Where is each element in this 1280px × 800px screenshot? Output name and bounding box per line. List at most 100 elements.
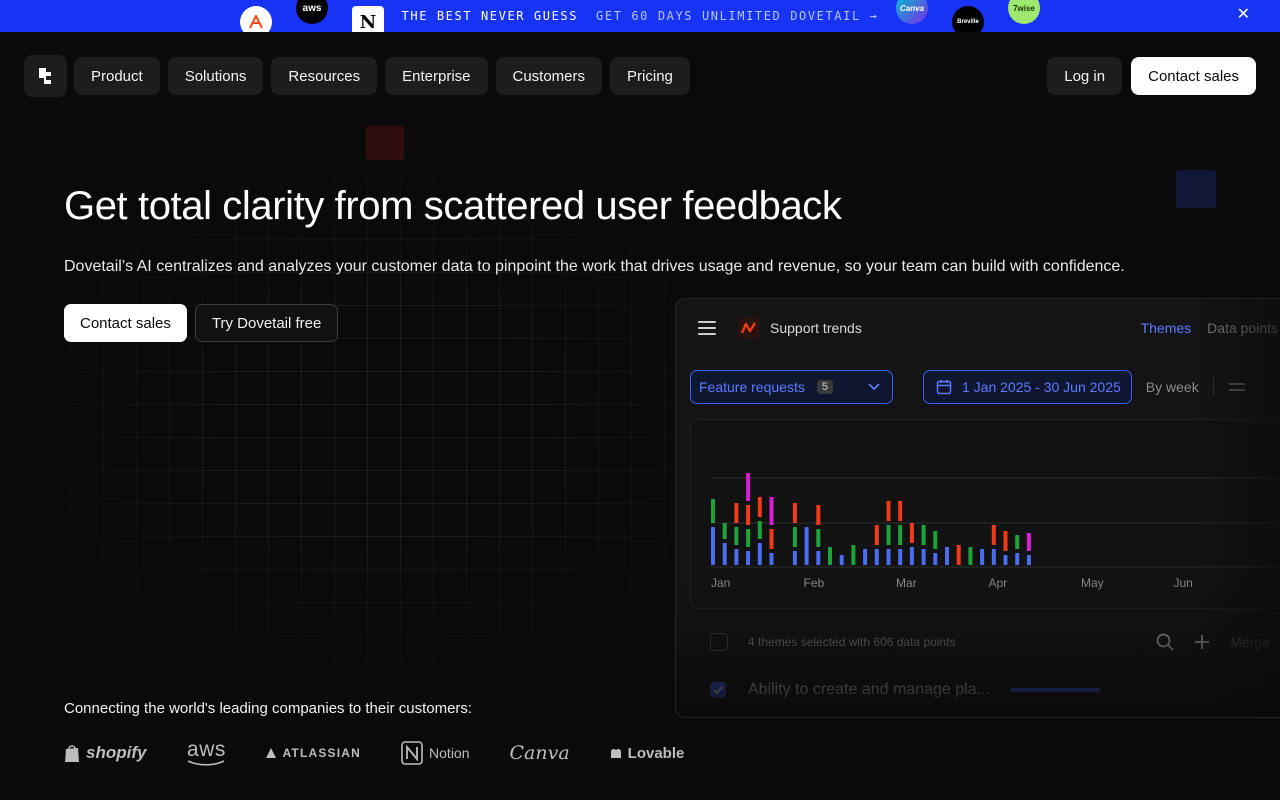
chart-bar <box>851 545 856 565</box>
banner-logo-notion: N <box>352 6 384 32</box>
notion-logo: Notion <box>401 741 470 765</box>
chart-bar <box>792 527 797 547</box>
tab-themes[interactable]: Themes <box>1141 320 1192 336</box>
notion-icon <box>401 741 423 765</box>
banner-logo-canva: Canva <box>896 0 928 24</box>
chart-bar <box>898 501 903 521</box>
chart-x-tick-label: Jun <box>1174 576 1193 590</box>
atlassian-icon <box>266 748 277 758</box>
banner-logo-wise: 7wise <box>1008 0 1040 24</box>
select-all-checkbox[interactable] <box>710 633 728 651</box>
canva-logo: Canva <box>510 742 570 764</box>
chart-bar <box>734 503 739 523</box>
themes-summary: 4 themes selected with 606 data points <box>748 635 956 649</box>
date-range-text: 1 Jan 2025 - 30 Jun 2025 <box>962 379 1121 395</box>
chart-bar <box>886 525 891 545</box>
notion-logo-text: Notion <box>429 745 470 761</box>
grid-tile-red <box>366 126 404 160</box>
feature-requests-select[interactable]: Feature requests 5 <box>690 370 893 404</box>
merge-button[interactable]: Merge <box>1230 634 1270 650</box>
interval-label: By week <box>1145 379 1199 395</box>
checkbox-checked[interactable] <box>710 682 726 698</box>
chart-x-tick-label: Mar <box>896 576 917 590</box>
chart-bar <box>792 503 797 523</box>
date-range-picker[interactable]: 1 Jan 2025 - 30 Jun 2025 <box>923 370 1132 404</box>
chart-bar <box>816 551 821 565</box>
chart-bar <box>921 525 926 545</box>
theme-row[interactable]: Ability to create and manage pla... <box>710 681 1270 699</box>
nav-customers[interactable]: Customers <box>495 57 603 95</box>
chart-bar <box>1015 535 1020 549</box>
chart-bar <box>816 529 821 547</box>
atlassian-logo-text: ATLASSIAN <box>282 746 362 760</box>
logos-caption: Connecting the world's leading companies… <box>64 700 473 717</box>
search-icon[interactable] <box>1156 633 1174 651</box>
chart-bar <box>1003 531 1008 551</box>
main-nav: Product Solutions Resources Enterprise C… <box>24 55 1256 97</box>
banner-logo-breville: Breville <box>952 6 984 32</box>
nav-pricing[interactable]: Pricing <box>610 57 690 95</box>
login-button[interactable]: Log in <box>1047 57 1123 95</box>
chart-bar <box>898 525 903 545</box>
shopify-logo: shopify <box>64 743 146 763</box>
chart-bar <box>757 497 762 517</box>
interval-select[interactable]: By week <box>1146 378 1246 396</box>
chart-bar <box>980 549 985 565</box>
plus-icon[interactable] <box>1194 634 1210 650</box>
chart-bar <box>769 529 774 549</box>
banner-cta-link[interactable]: GET 60 DAYS UNLIMITED DOVETAIL → <box>596 9 878 23</box>
dovetail-logo-icon <box>38 68 51 84</box>
hero-subtitle: Dovetail’s AI centralizes and analyzes y… <box>64 258 1125 275</box>
support-trends-chart: Jan Feb Mar Apr May Jun <box>690 419 1280 609</box>
chart-bar <box>804 527 809 565</box>
chart-x-tick-label: May <box>1081 576 1104 590</box>
filter-label: Feature requests <box>699 379 805 395</box>
chart-bar <box>886 549 891 565</box>
chart-bar <box>734 549 739 565</box>
trend-icon <box>738 317 760 339</box>
chart-bar <box>1026 533 1031 551</box>
divider <box>1212 378 1214 396</box>
chart-bar <box>991 549 996 565</box>
tab-data-points[interactable]: Data points <box>1207 320 1278 336</box>
chart-bar <box>722 543 727 565</box>
chart-x-tick-label: Apr <box>989 576 1008 590</box>
nav-resources[interactable]: Resources <box>271 57 378 95</box>
product-preview-panel: Support trends Themes Data points Featur… <box>675 298 1280 718</box>
theme-row-title: Ability to create and manage pla... <box>748 681 990 698</box>
aws-logo: aws <box>186 738 226 766</box>
chart-bar <box>828 547 832 565</box>
contact-sales-nav-button[interactable]: Contact sales <box>1131 57 1256 95</box>
chart-bar <box>945 547 949 565</box>
chart-svg: Jan Feb Mar Apr May Jun <box>711 473 1280 590</box>
nav-product[interactable]: Product <box>74 57 160 95</box>
chart-bar <box>956 545 961 565</box>
chart-bar <box>933 531 938 549</box>
chart-x-tick-label: Jan <box>711 576 730 590</box>
chart-bar <box>1003 555 1008 565</box>
chart-bar <box>933 553 938 565</box>
banner-headline: THE BEST NEVER GUESS <box>401 9 579 23</box>
grid-tile-blue <box>1176 170 1216 208</box>
aws-logo-text: aws <box>187 738 226 761</box>
themes-list-header: 4 themes selected with 606 data points M… <box>710 633 1270 651</box>
chart-bar <box>874 525 879 545</box>
try-free-button[interactable]: Try Dovetail free <box>194 304 339 342</box>
menu-icon[interactable] <box>698 321 716 335</box>
contact-sales-button[interactable]: Contact sales <box>64 304 187 342</box>
chart-bar <box>1015 553 1020 565</box>
chart-bar <box>757 543 762 565</box>
shopify-logo-text: shopify <box>86 743 147 762</box>
nav-solutions[interactable]: Solutions <box>167 57 264 95</box>
panel-filters: Feature requests 5 1 Jan 2025 - 30 Jun 2… <box>690 370 1246 404</box>
dovetail-logo[interactable] <box>24 55 67 97</box>
nav-enterprise[interactable]: Enterprise <box>385 57 488 95</box>
aws-smile-icon <box>188 760 225 766</box>
banner-text: THE BEST NEVER GUESS GET 60 DAYS UNLIMIT… <box>402 9 879 23</box>
close-icon[interactable]: ✕ <box>1237 7 1250 23</box>
chart-bar <box>816 505 821 525</box>
chart-bar <box>769 553 774 565</box>
promo-banner[interactable]: aws N THE BEST NEVER GUESS GET 60 DAYS U… <box>0 0 1280 32</box>
chart-bar <box>711 527 715 565</box>
chart-bar <box>874 549 879 565</box>
